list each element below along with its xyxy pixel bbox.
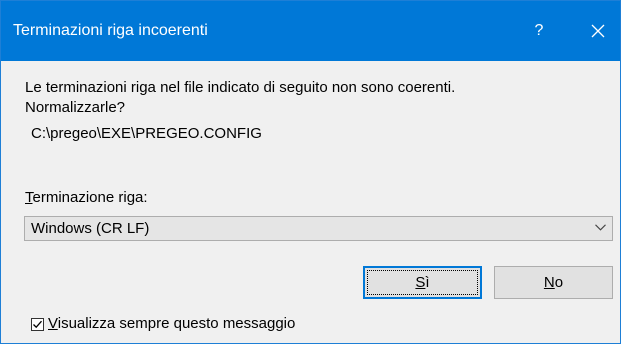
line-ending-label-text: erminazione riga:: [32, 189, 148, 206]
always-show-checkbox[interactable]: [31, 317, 44, 331]
yes-accel: S: [415, 274, 426, 291]
chevron-down-icon: [595, 224, 606, 231]
line-ending-selected-value: Windows (CR LF): [31, 220, 150, 237]
yes-rest: ì: [425, 274, 430, 291]
line-ending-dropdown[interactable]: Windows (CR LF): [24, 216, 613, 241]
line-ending-label: Terminazione riga:: [25, 188, 148, 208]
help-icon: ?: [534, 22, 544, 39]
no-accel: N: [543, 274, 555, 291]
always-show-accel: V: [48, 315, 58, 332]
title-bar[interactable]: Terminazioni riga incoerenti ?: [1, 1, 620, 61]
no-button-label: No: [544, 274, 563, 291]
file-path: C:\pregeo\EXE\PREGEO.CONFIG: [31, 125, 262, 142]
checkmark-icon: [33, 320, 42, 328]
help-button[interactable]: ?: [516, 1, 562, 61]
dialog-title: Terminazioni riga incoerenti: [13, 22, 208, 39]
line-ending-label-accel: T: [25, 189, 33, 206]
yes-button-label: Sì: [367, 270, 478, 295]
close-button[interactable]: [575, 1, 621, 61]
always-show-label: Visualizza sempre questo messaggio: [48, 314, 295, 334]
always-show-text: isualizza sempre questo messaggio: [57, 315, 296, 332]
no-button[interactable]: No: [494, 266, 613, 299]
message-line-2: Normalizzarle?: [25, 99, 126, 116]
message-text: Le terminazioni riga nel file indicato d…: [25, 78, 585, 118]
close-icon: [591, 24, 605, 38]
dialog-window: Terminazioni riga incoerenti ? Le termin…: [0, 0, 621, 344]
always-show-checkbox-row[interactable]: Visualizza sempre questo messaggio: [31, 314, 295, 334]
yes-button[interactable]: Sì: [363, 266, 482, 299]
no-rest: o: [554, 274, 564, 291]
dialog-body: Le terminazioni riga nel file indicato d…: [1, 61, 620, 343]
message-line-1: Le terminazioni riga nel file indicato d…: [25, 79, 456, 96]
